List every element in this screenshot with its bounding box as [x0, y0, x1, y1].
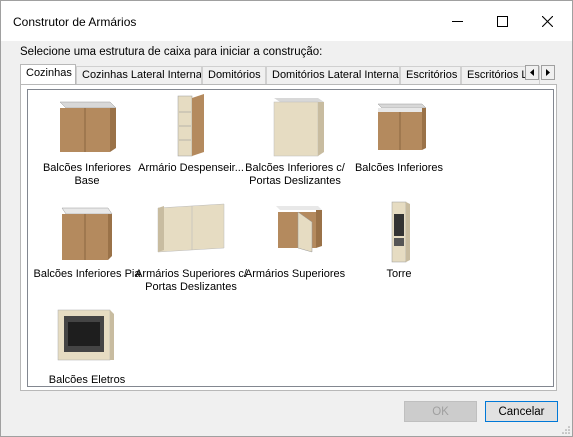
list-item-balcoes-sliding[interactable]: Balcões Inferiores c/ Portas Deslizantes: [238, 94, 352, 194]
minimize-icon: [452, 20, 463, 22]
lower-cabinet-icon: [377, 103, 427, 150]
item-label: Armários Superiores: [244, 268, 346, 280]
ok-button[interactable]: OK: [404, 401, 477, 422]
item-label: Torre: [386, 268, 412, 280]
item-label: Balcões Eletros: [48, 374, 126, 386]
list-item-armario-despenseiro[interactable]: Armário Despenseir...: [134, 94, 248, 194]
maximize-button[interactable]: [480, 1, 525, 41]
arrow-left-icon: [530, 69, 534, 76]
arrow-right-icon: [546, 69, 550, 76]
list-item-armarios-superiores[interactable]: Armários Superiores: [238, 200, 352, 300]
list-item-balcoes-eletros[interactable]: Balcões Eletros: [30, 306, 144, 406]
item-label: Armário Despenseir...: [138, 162, 244, 174]
tab-escritorios[interactable]: Escritórios: [400, 66, 461, 84]
item-label: Balcões Inferiores Base: [42, 162, 132, 187]
upper-sliding-cabinet-icon: [157, 203, 225, 253]
maximize-icon: [497, 15, 508, 27]
item-label: Armários Superiores c/ Portas Deslizante…: [135, 268, 247, 293]
tab-cozinhas[interactable]: Cozinhas: [20, 64, 76, 84]
tab-domitorios[interactable]: Domitórios: [202, 66, 266, 84]
base-cabinet-icon: [59, 101, 117, 152]
item-label: Balcões Inferiores c/ Portas Deslizantes: [245, 162, 345, 187]
sink-cabinet-icon: [61, 207, 113, 260]
cabinet-list[interactable]: Balcões Inferiores Base Armário Despense…: [27, 89, 554, 387]
item-label: Balcões Inferiores: [354, 162, 444, 174]
list-item-armarios-superiores-sliding[interactable]: Armários Superiores c/ Portas Deslizante…: [134, 200, 248, 300]
resize-grip-icon[interactable]: [561, 425, 571, 435]
cabinet-builder-dialog: Construtor de Armários Selecione uma est…: [0, 0, 573, 437]
pantry-cabinet-icon: [177, 94, 204, 157]
cancel-button[interactable]: Cancelar: [485, 401, 558, 422]
list-item-balcoes-inferiores-base[interactable]: Balcões Inferiores Base: [30, 94, 144, 194]
close-icon: [542, 15, 553, 27]
tab-cozinhas-lateral-interna[interactable]: Cozinhas Lateral Interna: [76, 66, 202, 84]
tab-domitorios-lateral-interna[interactable]: Domitórios Lateral Interna: [266, 66, 400, 84]
category-tabs: Cozinhas Cozinhas Lateral Interna Domitó…: [20, 64, 540, 84]
appliance-cabinet-icon: [57, 309, 114, 361]
title-bar[interactable]: Construtor de Armários: [1, 1, 572, 41]
list-item-balcoes-inferiores[interactable]: Balcões Inferiores: [342, 94, 456, 194]
list-item-torre[interactable]: Torre: [342, 200, 456, 300]
sliding-door-cabinet-icon: [273, 98, 324, 157]
list-item-balcoes-pia[interactable]: Balcões Inferiores Pia: [30, 200, 144, 300]
minimize-button[interactable]: [435, 1, 480, 41]
item-label: Balcões Inferiores Pia: [33, 268, 141, 280]
tab-scroll-right-button[interactable]: [541, 65, 555, 80]
instruction-text: Selecione uma estrutura de caixa para in…: [20, 46, 323, 58]
upper-cabinet-icon: [276, 206, 322, 253]
window-title: Construtor de Armários: [13, 15, 137, 29]
tower-cabinet-icon: [391, 201, 410, 263]
tab-panel: Balcões Inferiores Base Armário Despense…: [20, 84, 557, 391]
tab-scroll-left-button[interactable]: [525, 65, 539, 80]
close-button[interactable]: [525, 1, 570, 41]
